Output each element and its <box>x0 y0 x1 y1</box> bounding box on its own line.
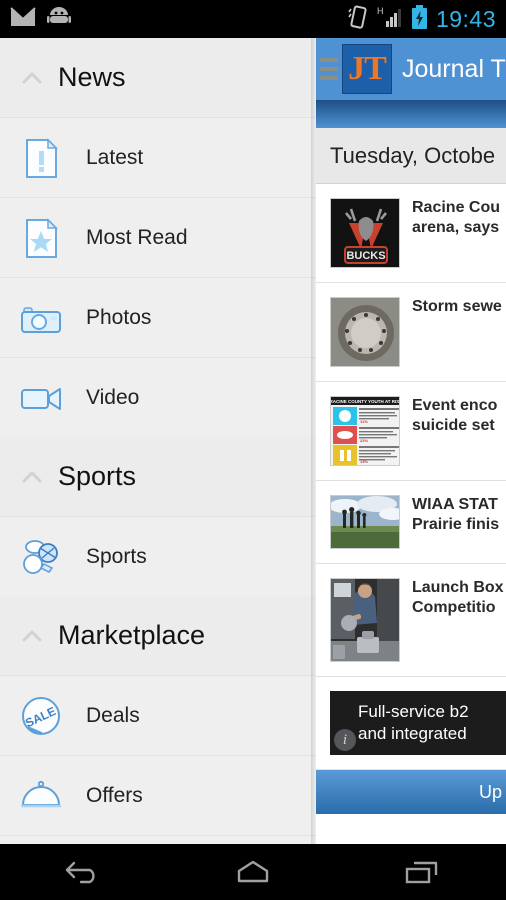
camera-icon <box>18 295 64 341</box>
chevron-up-icon <box>18 463 46 491</box>
battery-charging-icon <box>411 4 428 34</box>
headline-line: Storm sewe <box>412 298 502 315</box>
cloche-dome-icon <box>18 773 64 819</box>
sidebar-item-weekly-ads[interactable]: $ Weekly Ads <box>0 835 316 844</box>
sidebar-item-label: Sports <box>86 544 147 568</box>
signal-h-icon: H <box>377 5 403 34</box>
headline-line: Event enco <box>412 397 498 414</box>
app-title: Journal Tim <box>402 54 506 83</box>
sidebar-item-photos[interactable]: Photos <box>0 277 316 357</box>
recent-apps-icon <box>405 861 437 884</box>
document-alert-icon <box>18 135 64 181</box>
sidebar-section-news[interactable]: News <box>0 38 316 117</box>
navigation-drawer[interactable]: News Latest Most Read Photos Video Sport… <box>0 38 316 844</box>
video-camera-icon <box>18 375 64 421</box>
ad-text-line: Full-service b2 <box>358 701 469 721</box>
date-bar: Tuesday, Octobe <box>316 128 506 184</box>
sidebar-item-deals[interactable]: SALE Deals <box>0 675 316 755</box>
hamburger-menu-icon[interactable] <box>320 58 342 80</box>
advertisement-banner[interactable]: i Full-service b2 and integrated <box>330 691 506 755</box>
sidebar-section-title: News <box>58 62 126 92</box>
phone-screen: H 19:43 News Latest Most Read Photos Vid… <box>0 0 506 900</box>
headline-line: suicide set <box>412 417 495 434</box>
ad-text: Full-service b2 and integrated <box>358 701 469 745</box>
svg-text:RACINE COUNTY YOUTH AT RISK: RACINE COUNTY YOUTH AT RISK <box>331 399 400 404</box>
app-logo: JT <box>342 44 392 94</box>
sidebar-section-sports[interactable]: Sports <box>0 437 316 516</box>
svg-text:11%: 11% <box>360 419 368 424</box>
home-icon <box>237 860 269 883</box>
article-list-item[interactable]: RACINE COUNTY YOUTH AT RISK 11% 22% 13% … <box>316 382 506 481</box>
milwaukee-bucks-logo-thumbnail: BUCKS <box>330 198 400 268</box>
svg-text:13%: 13% <box>360 459 368 464</box>
back-button[interactable] <box>39 852 129 892</box>
document-star-icon <box>18 215 64 261</box>
sidebar-item-label: Most Read <box>86 225 188 249</box>
sidebar-item-label: Photos <box>86 305 152 329</box>
article-headline: Launch Box Competitio <box>412 578 504 618</box>
sidebar-item-label: Video <box>86 385 140 409</box>
sidebar-section-title: Marketplace <box>58 620 206 650</box>
android-robot-icon <box>46 6 72 32</box>
app-content-panel[interactable]: JT Journal Tim Tuesday, Octobe BUCKS <box>316 38 506 844</box>
sidebar-item-label: Latest <box>86 145 144 169</box>
article-headline: Storm sewe <box>412 297 502 317</box>
current-date: Tuesday, Octobe <box>330 142 496 168</box>
back-arrow-icon <box>66 861 95 884</box>
ad-text-line: and integrated <box>358 724 467 743</box>
status-bar-clock: 19:43 <box>435 5 496 32</box>
chevron-up-icon <box>18 64 46 92</box>
sidebar-item-sports[interactable]: Sports <box>0 516 316 596</box>
headline-line: Racine Cou <box>412 199 501 216</box>
update-bar[interactable]: Up <box>316 770 506 814</box>
article-headline: Racine Cou arena, says <box>412 198 500 238</box>
sidebar-section-title: Sports <box>58 461 137 491</box>
article-list-item[interactable]: WIAA STAT Prairie finis <box>316 481 506 564</box>
sidebar-item-most-read[interactable]: Most Read <box>0 197 316 277</box>
article-headline: WIAA STAT Prairie finis <box>412 495 499 535</box>
machinist-photo-thumbnail <box>330 578 400 662</box>
headline-line: arena, says <box>412 219 500 236</box>
cross-country-runners-photo-thumbnail <box>330 495 400 549</box>
sidebar-section-marketplace[interactable]: Marketplace <box>0 596 316 675</box>
headline-line: Prairie finis <box>412 516 500 533</box>
svg-text:H: H <box>377 6 384 16</box>
sidebar-item-label: Deals <box>86 703 140 727</box>
article-list-item[interactable]: BUCKS Racine Cou arena, says <box>316 184 506 283</box>
youth-at-risk-infographic-thumbnail: RACINE COUNTY YOUTH AT RISK 11% 22% 13% <box>330 396 400 466</box>
article-headline: Event enco suicide set <box>412 396 497 436</box>
sidebar-item-video[interactable]: Video <box>0 357 316 437</box>
headline-line: Competitio <box>412 599 496 616</box>
ad-info-icon[interactable]: i <box>334 729 356 751</box>
update-bar-label: Up <box>478 781 502 802</box>
sports-balls-icon <box>18 534 64 580</box>
headline-line: WIAA STAT <box>412 496 498 513</box>
home-button[interactable] <box>208 852 298 892</box>
article-list-item[interactable]: Storm sewe <box>316 283 506 382</box>
app-bar: JT Journal Tim <box>316 38 506 100</box>
manhole-cover-photo-thumbnail <box>330 297 400 367</box>
email-icon <box>10 6 36 32</box>
system-navigation-bar <box>0 844 506 900</box>
svg-text:22%: 22% <box>360 438 368 443</box>
status-bar-notifications <box>10 6 72 32</box>
recents-button[interactable] <box>377 852 467 892</box>
sidebar-item-label: Offers <box>86 783 143 807</box>
sale-sticker-icon: SALE <box>18 693 64 739</box>
status-bar-system-icons: H 19:43 <box>347 4 496 34</box>
article-list-item[interactable]: Launch Box Competitio <box>316 564 506 677</box>
advertisement-row[interactable]: i Full-service b2 and integrated <box>316 677 506 770</box>
svg-text:BUCKS: BUCKS <box>346 250 385 262</box>
sidebar-item-latest[interactable]: Latest <box>0 117 316 197</box>
status-bar: H 19:43 <box>0 0 506 38</box>
chevron-up-icon <box>18 622 46 650</box>
app-bar-shadow <box>316 100 506 128</box>
headline-line: Launch Box <box>412 579 504 596</box>
sidebar-item-offers[interactable]: Offers <box>0 755 316 835</box>
vibrate-icon <box>347 5 369 34</box>
